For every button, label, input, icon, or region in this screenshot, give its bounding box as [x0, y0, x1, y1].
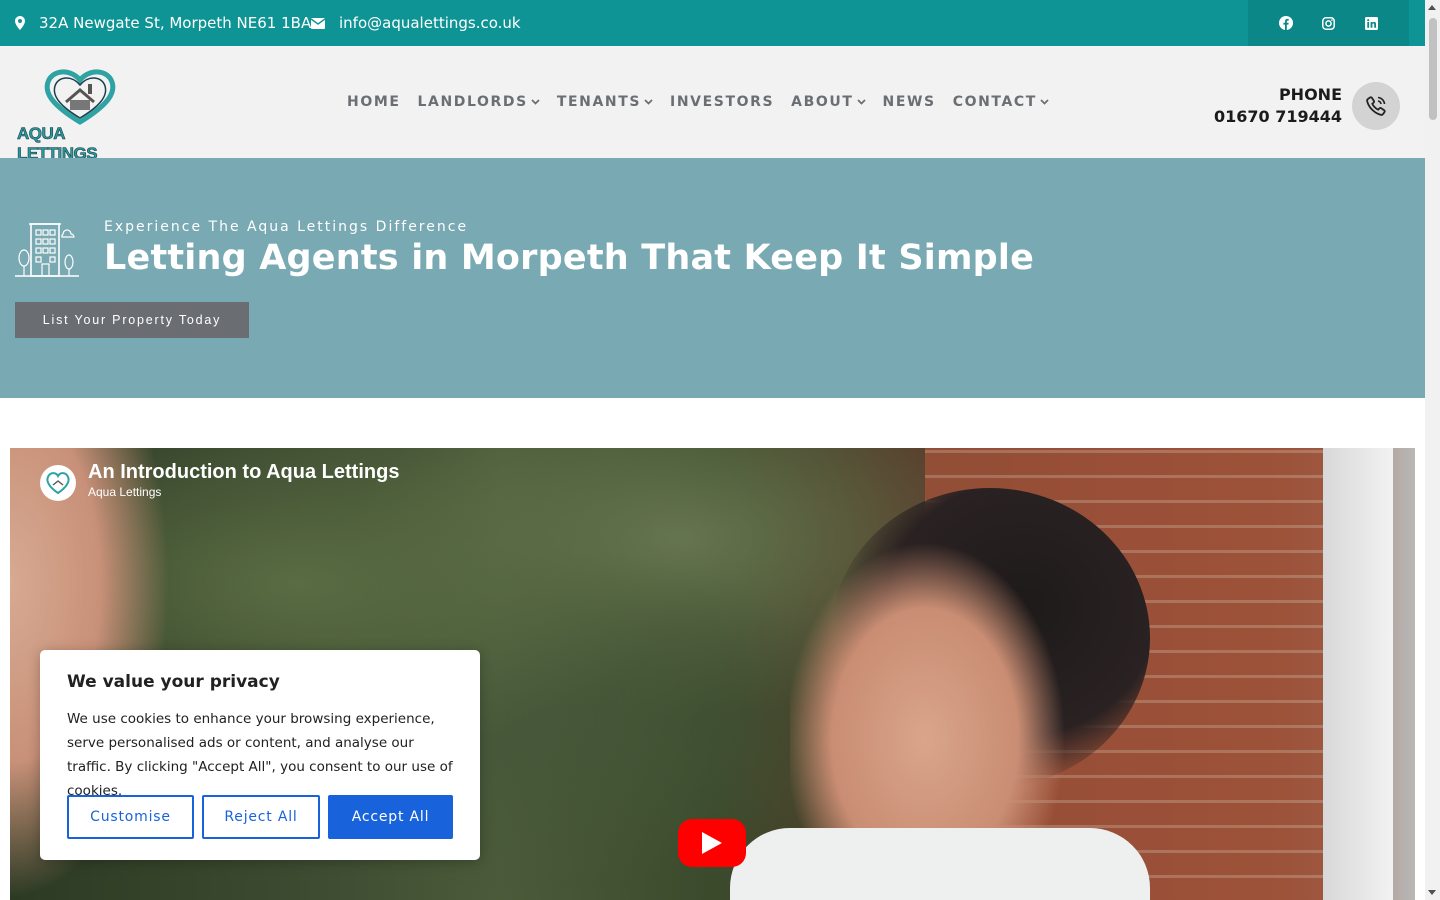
reject-all-button[interactable]: Reject All: [202, 795, 320, 839]
scroll-up-arrow-icon[interactable]: [1428, 5, 1436, 10]
phone-contact[interactable]: PHONE 01670 719444: [1214, 84, 1342, 128]
nav-landlords[interactable]: LANDLORDS: [418, 94, 540, 110]
video-title[interactable]: An Introduction to Aqua Lettings: [88, 461, 399, 484]
chevron-down-icon: [856, 99, 866, 105]
facebook-icon[interactable]: [1278, 16, 1293, 30]
channel-avatar[interactable]: [40, 465, 76, 501]
hero-title: Letting Agents in Morpeth That Keep It S…: [104, 238, 1035, 278]
video-channel[interactable]: Aqua Lettings: [88, 485, 161, 499]
list-property-button[interactable]: List Your Property Today: [15, 302, 249, 338]
hero-section: Experience The Aqua Lettings Difference …: [0, 158, 1425, 398]
cookie-consent-dialog: We value your privacy We use cookies to …: [40, 650, 480, 860]
play-button[interactable]: [678, 819, 746, 867]
phone-label: PHONE: [1278, 85, 1342, 104]
nav-tenants-label: TENANTS: [556, 94, 642, 110]
social-links: [1248, 0, 1409, 46]
site-header: AQUA LETTINGS HOME LANDLORDS TENANTS INV…: [0, 46, 1425, 163]
main-nav: HOME LANDLORDS TENANTS INVESTORS ABOUT N…: [347, 46, 1066, 158]
email-text: info@aqualettings.co.uk: [339, 14, 521, 32]
scrollbar-thumb[interactable]: [1429, 18, 1437, 120]
nav-about-label: ABOUT: [791, 94, 854, 110]
nav-about[interactable]: ABOUT: [791, 94, 866, 110]
envelope-icon: [311, 17, 325, 29]
address-link[interactable]: 32A Newgate St, Morpeth NE61 1BA: [15, 0, 311, 46]
video-frame-shirt: [730, 828, 1150, 900]
nav-home-label: HOME: [347, 94, 401, 110]
phone-number[interactable]: 01670 719444: [1214, 106, 1342, 128]
nav-landlords-label: LANDLORDS: [417, 94, 528, 110]
cookie-text: We use cookies to enhance your browsing …: [67, 711, 453, 799]
video-frame-window: [1323, 448, 1393, 900]
chevron-down-icon: [1040, 99, 1049, 105]
map-pin-icon: [15, 16, 25, 30]
page-scrollbar[interactable]: [1425, 0, 1440, 900]
building-icon: [15, 223, 79, 277]
customise-button[interactable]: Customise: [67, 795, 194, 839]
heart-house-logo-icon: [46, 472, 70, 495]
email-link[interactable]: info@aqualettings.co.uk: [311, 0, 521, 46]
phone-icon[interactable]: [1352, 82, 1400, 130]
nav-contact-label: CONTACT: [952, 94, 1037, 110]
nav-contact[interactable]: CONTACT: [953, 94, 1049, 110]
nav-investors-label: INVESTORS: [670, 94, 775, 110]
scroll-down-arrow-icon[interactable]: [1428, 890, 1436, 895]
chevron-down-icon: [531, 99, 540, 105]
logo[interactable]: AQUA LETTINGS: [14, 66, 146, 163]
nav-tenants[interactable]: TENANTS: [557, 94, 653, 110]
nav-news-label: NEWS: [882, 94, 936, 110]
nav-home[interactable]: HOME: [347, 94, 401, 110]
hero-subtitle: Experience The Aqua Lettings Difference: [104, 219, 469, 235]
address-text: 32A Newgate St, Morpeth NE61 1BA: [39, 14, 312, 32]
nav-news[interactable]: NEWS: [883, 94, 936, 110]
instagram-icon[interactable]: [1322, 16, 1336, 30]
accept-all-button[interactable]: Accept All: [328, 795, 453, 839]
cookie-title: We value your privacy: [67, 672, 280, 692]
nav-investors[interactable]: INVESTORS: [670, 94, 774, 110]
heart-house-logo-icon: [44, 69, 116, 125]
top-bar: 32A Newgate St, Morpeth NE61 1BA info@aq…: [0, 0, 1425, 46]
chevron-down-icon: [644, 99, 653, 105]
play-icon: [702, 832, 722, 854]
linkedin-icon[interactable]: [1365, 16, 1379, 30]
